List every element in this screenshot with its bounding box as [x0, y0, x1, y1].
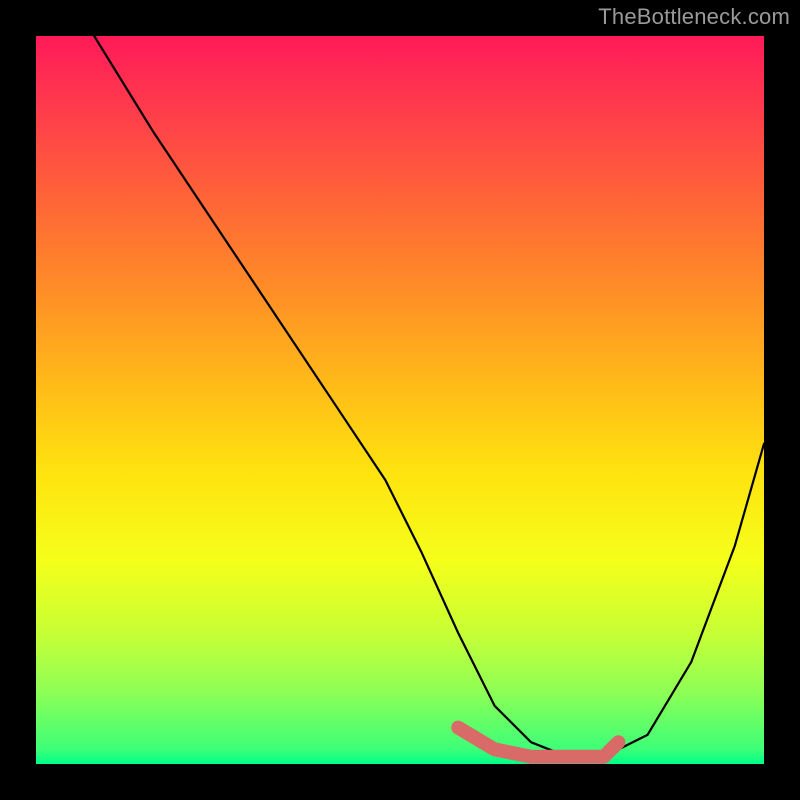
bottleneck-curve-path — [36, 36, 764, 757]
chart-svg — [36, 36, 764, 764]
chart-frame: TheBottleneck.com — [0, 0, 800, 800]
chart-plot-area — [36, 36, 764, 764]
highlight-segment-path — [458, 728, 618, 757]
watermark-text: TheBottleneck.com — [598, 4, 790, 30]
